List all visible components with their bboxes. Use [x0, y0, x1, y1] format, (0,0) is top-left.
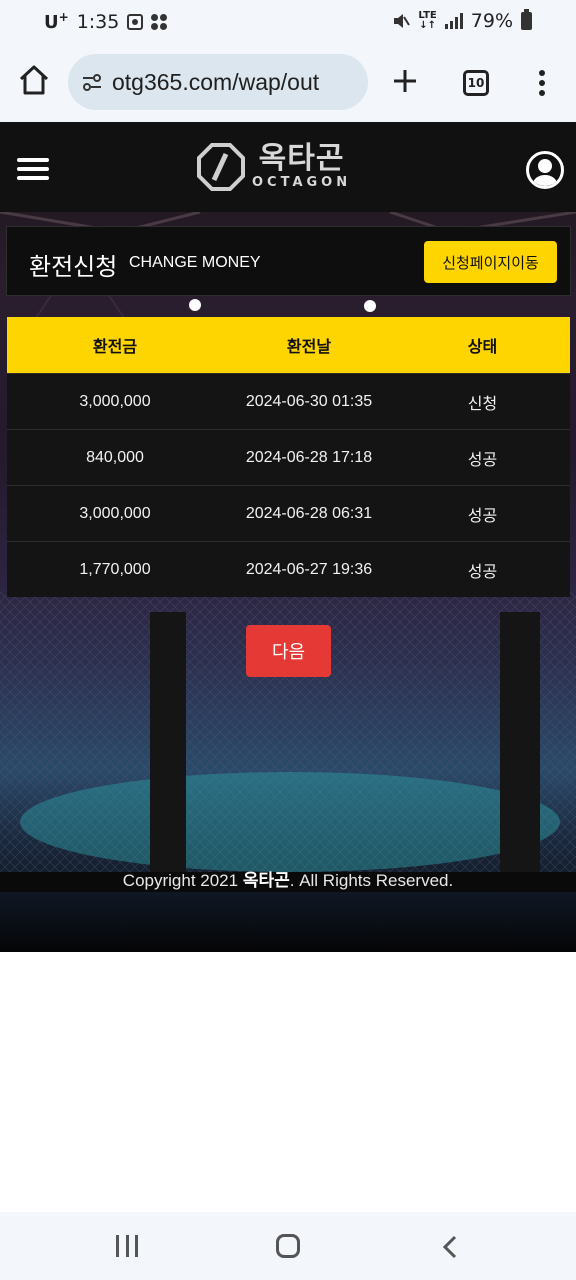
app-grid-icon — [151, 13, 168, 30]
carrier-sup: + — [58, 10, 69, 24]
copyright-suffix: . All Rights Reserved. — [289, 871, 454, 890]
cell-date: 2024-06-28 17:18 — [245, 448, 373, 466]
page-title: 환전신청 — [29, 253, 118, 281]
go-to-apply-page-button[interactable]: 신청페이지이동 — [424, 241, 557, 283]
user-profile-icon[interactable] — [526, 151, 564, 189]
cell-amount: 1,770,000 — [79, 560, 151, 578]
carrier: U+ — [44, 10, 69, 33]
tab-switcher-button[interactable]: 10 — [463, 70, 489, 96]
column-header-date: 환전날 — [286, 337, 332, 356]
battery-icon — [521, 9, 532, 30]
cell-amount: 840,000 — [86, 448, 144, 466]
site-logo[interactable]: 옥타곤 OCTAGON — [196, 138, 386, 196]
logo-text: 옥타곤 OCTAGON — [252, 143, 351, 191]
browser-toolbar: otg365.com/wap/out 10 — [0, 44, 576, 122]
cell-date: 2024-06-30 01:35 — [245, 392, 373, 410]
site-settings-icon[interactable] — [80, 70, 104, 94]
battery-percent: 79% — [470, 10, 513, 32]
status-left: U+ 1:35 — [44, 10, 168, 33]
status-bar: U+ 1:35 LTE ↓↑ 79% — [0, 0, 576, 44]
table-row: 3,000,000 2024-06-28 06:31 성공 — [7, 485, 570, 541]
column-header-status: 상태 — [467, 337, 498, 356]
lte-icon: LTE ↓↑ — [418, 10, 437, 31]
status-right: LTE ↓↑ 79% — [392, 9, 532, 32]
home-icon[interactable] — [16, 62, 52, 98]
network-type: LTE — [418, 10, 437, 21]
page-subtitle: CHANGE MONEY — [129, 254, 261, 271]
logo-korean: 옥타곤 — [258, 141, 345, 176]
table-row: 1,770,000 2024-06-27 19:36 성공 — [7, 541, 570, 597]
back-icon[interactable] — [440, 1234, 460, 1260]
system-nav-bar — [0, 1212, 576, 1280]
copyright-prefix: Copyright 2021 — [122, 871, 243, 890]
cell-amount: 3,000,000 — [79, 392, 151, 410]
next-page-button[interactable]: 다음 — [246, 625, 331, 677]
page-title-box: 환전신청 CHANGE MONEY 신청페이지이동 — [6, 226, 571, 296]
column-header-amount: 환전금 — [92, 337, 138, 356]
home-nav-icon[interactable] — [276, 1234, 300, 1258]
exchange-history-table: 환전금 환전날 상태 3,000,000 2024-06-30 01:35 신청… — [7, 317, 570, 597]
browser-menu-icon[interactable] — [530, 66, 554, 100]
recent-apps-icon[interactable] — [116, 1235, 138, 1257]
url-text[interactable]: otg365.com/wap/out — [112, 69, 319, 96]
carrier-name: U — [44, 12, 59, 33]
table-row: 3,000,000 2024-06-30 01:35 신청 — [7, 373, 570, 429]
address-bar[interactable]: otg365.com/wap/out — [68, 54, 368, 110]
table-row: 840,000 2024-06-28 17:18 성공 — [7, 429, 570, 485]
octagon-logo-icon — [197, 143, 245, 191]
cell-status: 성공 — [467, 507, 498, 525]
cell-status: 성공 — [467, 451, 498, 469]
hamburger-menu-icon[interactable] — [17, 158, 49, 180]
cell-status: 성공 — [467, 563, 498, 581]
cell-date: 2024-06-28 06:31 — [245, 504, 373, 522]
new-tab-icon[interactable] — [388, 64, 422, 98]
mute-icon — [394, 14, 411, 28]
site-header: 옥타곤 OCTAGON — [0, 122, 576, 212]
cell-date: 2024-06-27 19:36 — [245, 560, 373, 578]
clock: 1:35 — [76, 10, 120, 33]
copyright-brand: 옥타곤 — [242, 871, 290, 890]
site-page: 옥타곤 OCTAGON 환전신청 CHANGE MONEY 신청페이지이동 환전… — [0, 122, 576, 952]
screen-record-icon — [127, 13, 144, 30]
logo-english: OCTAGON — [252, 175, 352, 190]
signal-icon — [444, 13, 463, 29]
cell-amount: 3,000,000 — [79, 504, 151, 522]
cell-status: 신청 — [467, 395, 498, 413]
table-header: 환전금 환전날 상태 — [7, 317, 570, 373]
tab-count: 10 — [467, 76, 485, 90]
footer-copyright: Copyright 2021 옥타곤. All Rights Reserved. — [0, 866, 576, 891]
